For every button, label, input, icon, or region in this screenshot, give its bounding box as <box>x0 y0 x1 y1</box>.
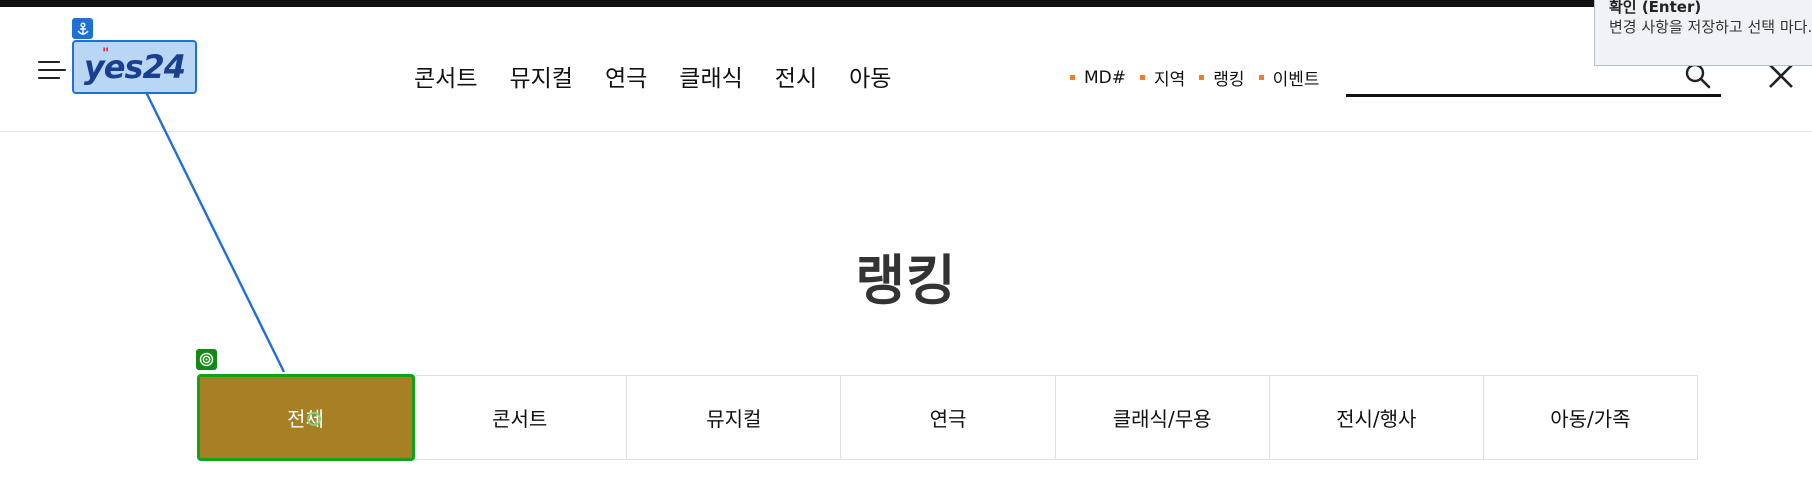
anchor-icon <box>72 18 93 39</box>
yes24-logo[interactable]: " yes24 <box>72 40 197 94</box>
sub-link-label: 지역 <box>1154 70 1186 90</box>
tab-classic-dance[interactable]: 클래식/무용 <box>1056 376 1270 459</box>
tab-label: 클래식/무용 <box>1112 407 1212 431</box>
tab-label: 전시/행사 <box>1336 407 1417 431</box>
tooltip-title: 확인 (Enter) <box>1609 0 1702 16</box>
sub-link-md[interactable]: MD# <box>1070 68 1126 88</box>
page-title: 랭킹 <box>855 249 957 312</box>
main-nav: 콘서트 뮤지컬 연극 클래식 전시 아동 <box>414 59 923 93</box>
nav-item-classic[interactable]: 클래식 <box>679 59 742 93</box>
sub-links: MD# 지역 랭킹 이벤트 <box>1070 65 1334 90</box>
tooltip: 확인 (Enter) 변경 사항을 저장하고 선택 마다. <box>1594 0 1812 66</box>
sub-link-label: 이벤트 <box>1272 70 1320 90</box>
tab-label: 연극 <box>929 407 967 431</box>
tab-exhibition-event[interactable]: 전시/행사 <box>1270 376 1484 459</box>
site-header: 콘서트 뮤지컬 연극 클래식 전시 아동 MD# 지역 랭킹 이벤트 <box>0 7 1812 132</box>
sub-link-label: MD# <box>1084 67 1127 88</box>
nav-item-play[interactable]: 연극 <box>605 59 647 93</box>
bullet-dot <box>1258 75 1264 80</box>
tab-label: 아동/가족 <box>1550 407 1631 431</box>
nav-item-exhibition[interactable]: 전시 <box>775 59 817 93</box>
bullet-dot <box>1199 75 1205 80</box>
nav-item-kids[interactable]: 아동 <box>849 59 891 93</box>
top-black-bar <box>0 0 1812 7</box>
bullet-dot <box>1140 75 1146 80</box>
tab-kids-family[interactable]: 아동/가족 <box>1484 376 1697 459</box>
logo-accent: " <box>102 46 110 62</box>
tab-label: 뮤지컬 <box>706 407 762 431</box>
tab-musical[interactable]: 뮤지컬 <box>627 376 842 459</box>
tab-concert[interactable]: 콘서트 <box>413 376 628 459</box>
sub-link-ranking[interactable]: 랭킹 <box>1199 65 1245 90</box>
tab-play[interactable]: 연극 <box>841 376 1056 459</box>
category-tabs: 전체 콘서트 뮤지컬 연극 클래식/무용 전시/행사 아동/가족 <box>196 374 1698 461</box>
sub-link-region[interactable]: 지역 <box>1140 65 1185 90</box>
sub-link-label: 랭킹 <box>1213 70 1245 90</box>
target-icon <box>196 349 217 370</box>
nav-item-musical[interactable]: 뮤지컬 <box>509 59 572 93</box>
sub-link-event[interactable]: 이벤트 <box>1258 65 1320 90</box>
bullet-dot <box>1070 75 1075 80</box>
nav-item-concert[interactable]: 콘서트 <box>414 59 477 93</box>
tab-all[interactable]: 전체 <box>196 374 416 461</box>
search-icon[interactable] <box>1685 63 1711 89</box>
tooltip-body: 변경 사항을 저장하고 선택 마다. <box>1609 18 1812 36</box>
tab-label: 콘서트 <box>492 407 548 431</box>
menu-icon[interactable] <box>38 59 66 81</box>
click-target-icon <box>306 411 321 426</box>
logo-text: yes24 <box>83 48 186 86</box>
